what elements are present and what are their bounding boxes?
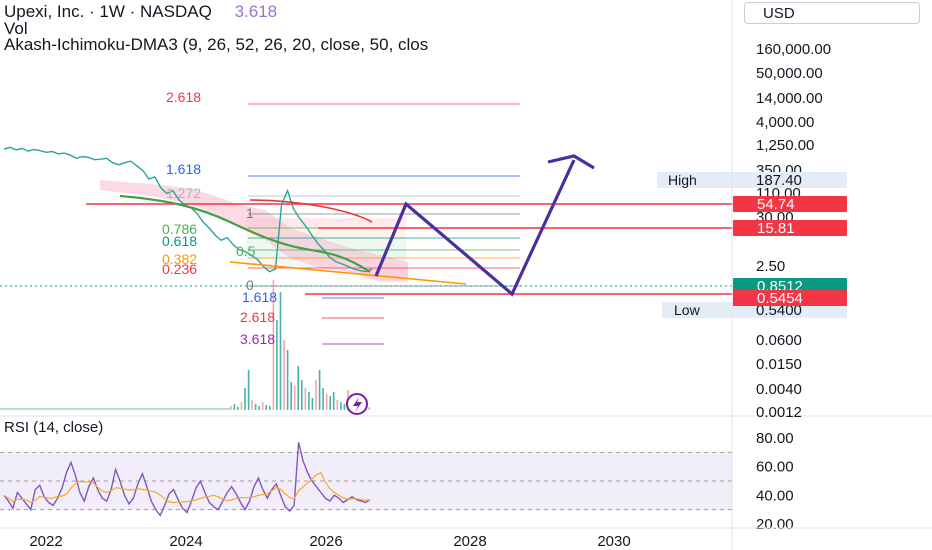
volume-bar bbox=[258, 406, 260, 410]
volume-bar bbox=[336, 400, 339, 410]
price-tick-label: 0.0012 bbox=[756, 404, 802, 421]
rsi-tick-label: 80.00 bbox=[756, 430, 794, 447]
price-badge-value: 0.5454 bbox=[757, 290, 803, 307]
price-tick-label: 0.0150 bbox=[756, 356, 802, 373]
time-tick-label: 2022 bbox=[29, 533, 62, 550]
volume-bar bbox=[251, 400, 253, 410]
time-tick-label: 2028 bbox=[453, 533, 486, 550]
projection-path-layer bbox=[346, 154, 595, 415]
volume-bar bbox=[318, 370, 321, 410]
volume-bar bbox=[308, 392, 310, 410]
volume-bar bbox=[279, 292, 282, 410]
volume-bars-layer bbox=[0, 280, 370, 410]
volume-bar bbox=[315, 380, 317, 410]
volume-bar bbox=[237, 407, 239, 410]
volume-bar bbox=[269, 406, 271, 410]
lightning-icon bbox=[346, 393, 368, 415]
volume-bar bbox=[290, 382, 292, 410]
volume-bar bbox=[276, 320, 278, 410]
fib-label-2: 1.272 bbox=[166, 185, 201, 201]
volume-bar bbox=[233, 404, 236, 410]
volume-bar bbox=[261, 402, 264, 410]
low-label: Low bbox=[674, 302, 701, 318]
volume-bar bbox=[230, 406, 232, 410]
price-tick-label: 14,000.00 bbox=[756, 90, 823, 107]
rsi-title: RSI (14, close) bbox=[4, 419, 103, 436]
volume-bar bbox=[332, 392, 335, 410]
volume-bar bbox=[343, 404, 346, 410]
high-label: High bbox=[668, 172, 697, 188]
fib-label-6: 0.5 bbox=[236, 243, 256, 259]
high-value: 187.40 bbox=[756, 172, 802, 189]
volume-bar bbox=[311, 398, 314, 410]
fib-label-8: 0.236 bbox=[162, 261, 197, 277]
rsi-band bbox=[0, 452, 732, 510]
volume-bar bbox=[286, 350, 289, 410]
fib-lower-label-2: 3.618 bbox=[240, 331, 275, 347]
volume-bar bbox=[322, 388, 324, 410]
volume-bar bbox=[244, 388, 246, 410]
symbol-name: Upexi, Inc. · 1W · NASDAQ bbox=[4, 2, 212, 21]
time-tick-label: 2024 bbox=[169, 533, 202, 550]
volume-base bbox=[0, 408, 230, 410]
price-badge-value: 54.74 bbox=[757, 196, 795, 213]
fib-label-0: 2.618 bbox=[166, 89, 201, 105]
price-badge-value: 15.81 bbox=[757, 220, 795, 237]
fib-lower-label-1: 2.618 bbox=[240, 309, 275, 325]
volume-bar bbox=[254, 404, 257, 410]
rsi-tick-label: 60.00 bbox=[756, 459, 794, 476]
symbol-title: Upexi, Inc. · 1W · NASDAQ 3.618 bbox=[4, 2, 277, 22]
volume-bar bbox=[297, 366, 299, 410]
volume-bar bbox=[340, 402, 342, 410]
volume-bar bbox=[247, 370, 250, 410]
rsi-tick-label: 40.00 bbox=[756, 487, 794, 504]
fib-label-3: 1 bbox=[246, 205, 254, 221]
volume-bar bbox=[329, 396, 331, 410]
price-tick-label: 0.0600 bbox=[756, 332, 802, 349]
fib-lower-label-0: 1.618 bbox=[242, 289, 277, 305]
price-tick-label: 4,000.00 bbox=[756, 114, 814, 131]
price-tick-label: 2.50 bbox=[756, 258, 785, 275]
price-tick-label: 1,250.00 bbox=[756, 137, 814, 154]
price-tick-label: 0.0040 bbox=[756, 381, 802, 398]
volume-bar bbox=[293, 386, 296, 410]
currency-button[interactable]: USD bbox=[744, 2, 920, 24]
rsi-tick-label: 20.00 bbox=[756, 516, 794, 533]
time-tick-label: 2026 bbox=[309, 533, 342, 550]
price-tick-label: 50,000.00 bbox=[756, 65, 823, 82]
rsi-pane: RSI (14, close) 80.00 60.00 40.00 20.00 bbox=[0, 415, 932, 533]
fib-label-1: 1.618 bbox=[166, 161, 201, 177]
volume-bar bbox=[283, 340, 285, 410]
volume-bar bbox=[368, 407, 370, 410]
volume-bar bbox=[265, 405, 268, 410]
fib-overlap-label: 3.618 bbox=[234, 2, 278, 21]
price-tick-label: 160,000.00 bbox=[756, 41, 831, 58]
volume-bar bbox=[301, 380, 303, 410]
indicator-legend[interactable]: Akash-Ichimoku-DMA3 (9, 26, 52, 26, 20, … bbox=[4, 35, 732, 55]
chart-canvas: 2.6181.6181.27210.7860.6180.50.3820.2360… bbox=[0, 0, 932, 550]
volume-bar bbox=[240, 402, 243, 410]
volume-bar bbox=[325, 394, 328, 410]
fib-label-5: 0.618 bbox=[162, 233, 197, 249]
volume-bar bbox=[304, 388, 307, 410]
time-tick-label: 2030 bbox=[597, 533, 630, 550]
